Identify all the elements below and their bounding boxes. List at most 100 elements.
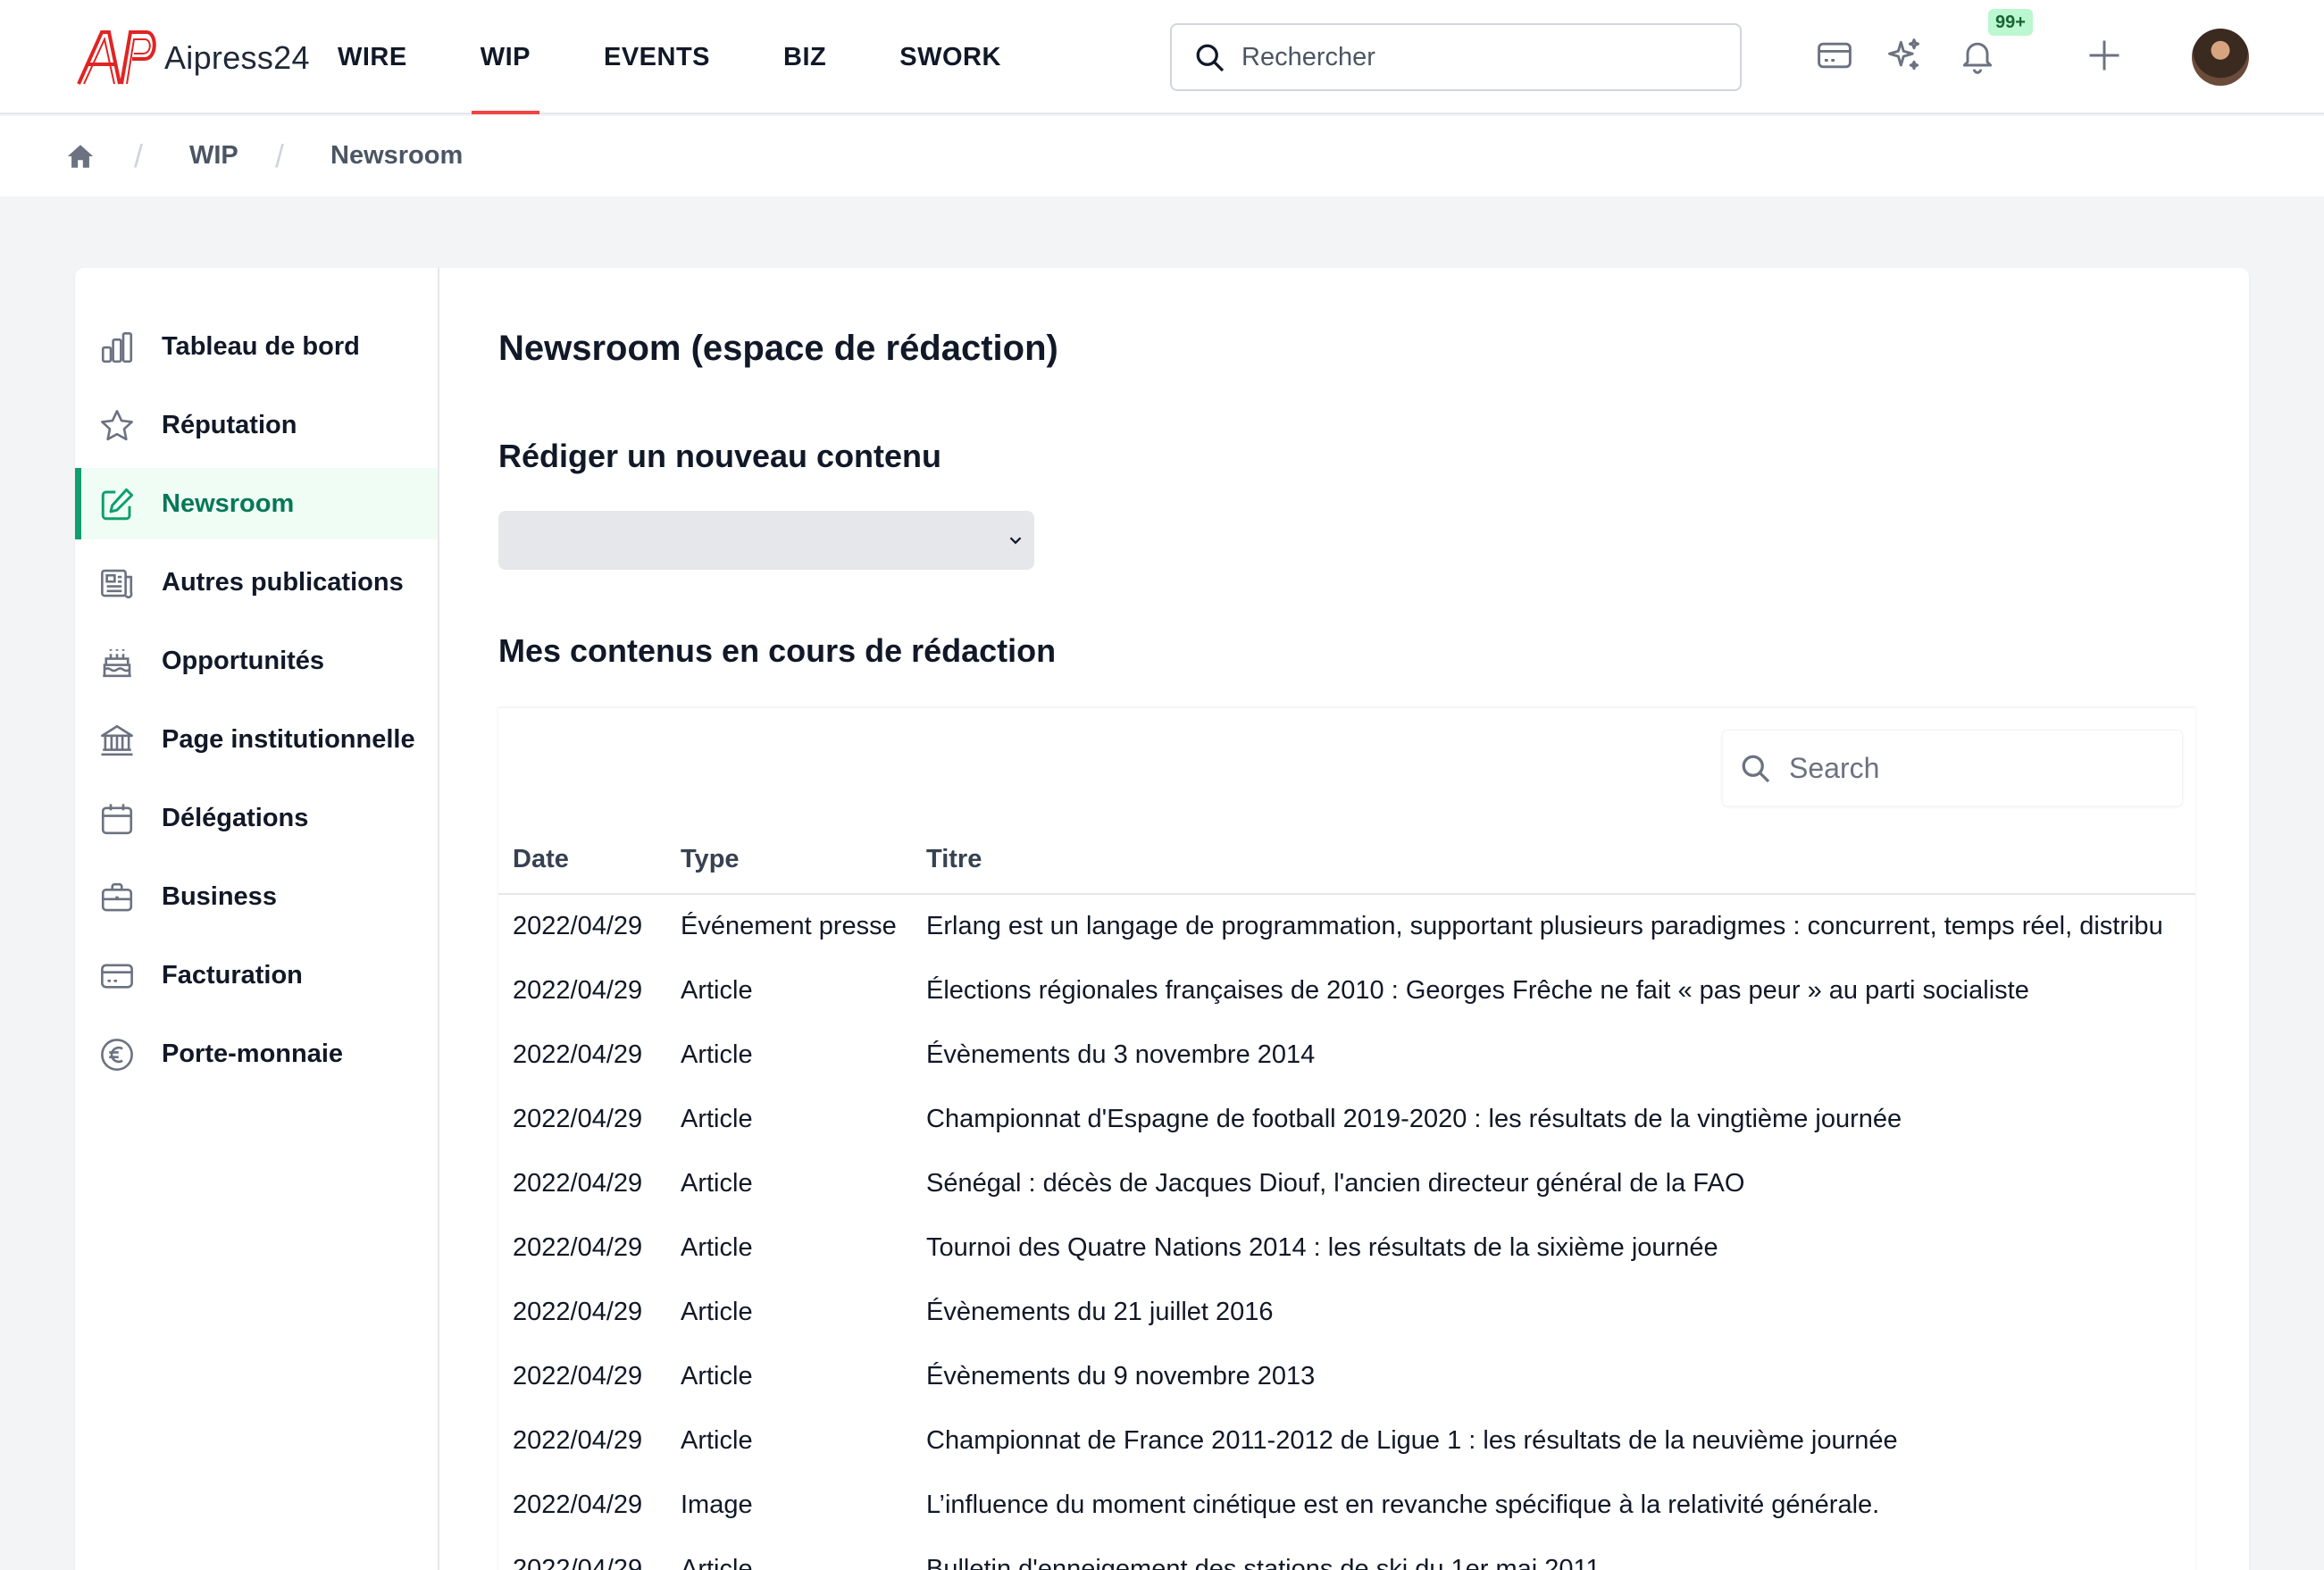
sidebar-item-label: Business [162, 881, 277, 911]
sidebar-item-page-institutionnelle[interactable]: Page institutionnelle [75, 704, 438, 775]
sidebar-item-opportunites[interactable]: Opportunités [75, 625, 438, 697]
sidebar-item-delegations[interactable]: Délégations [75, 782, 438, 854]
ap-logo-icon [77, 30, 156, 85]
cell-titre[interactable]: Tournoi des Quatre Nations 2014 : les ré… [912, 1215, 2195, 1280]
bell-icon[interactable] [1958, 36, 1997, 75]
cell-type: Article [681, 1425, 753, 1455]
top-header: Aipress24 WIRE WIP EVENTS BIZ SWORK 99+ [0, 0, 2324, 114]
sidebar-item-label: Porte-monnaie [162, 1039, 344, 1068]
cell-type: Article [681, 1361, 753, 1390]
table-search[interactable] [1722, 730, 2183, 806]
cell-type: Article [681, 1168, 753, 1198]
table-row[interactable]: 2022/04/29 Article Championnat d'Espagne… [498, 1087, 2195, 1151]
sidebar-item-label: Tableau de bord [162, 331, 360, 361]
cell-date: 2022/04/29 [513, 1040, 643, 1069]
card-icon[interactable] [1815, 36, 1854, 75]
nav-wip[interactable]: WIP [471, 0, 540, 114]
table-search-input[interactable] [1789, 751, 2146, 785]
column-header-type[interactable]: Type [666, 826, 912, 895]
table-row[interactable]: 2022/04/29 Article Sénégal : décès de Ja… [498, 1151, 2195, 1215]
cell-date: 2022/04/29 [513, 1297, 643, 1326]
sidebar-item-newsroom[interactable]: Newsroom [75, 468, 438, 539]
newspaper-icon [101, 569, 133, 599]
global-search-input[interactable] [1241, 42, 1706, 72]
cell-titre[interactable]: Évènements du 3 novembre 2014 [912, 1023, 2195, 1087]
notification-badge: 99+ [1988, 9, 2033, 36]
sidebar-item-label: Délégations [162, 803, 309, 832]
cell-titre[interactable]: L’influence du moment cinétique est en r… [912, 1473, 2195, 1537]
table-row[interactable]: 2022/04/29 Article Évènements du 3 novem… [498, 1023, 2195, 1087]
plus-icon[interactable] [2085, 36, 2124, 75]
in-progress-heading: Mes contenus en cours de rédaction [498, 632, 1057, 669]
content-table: Date Type Titre 2022/04/29 Événement pre… [498, 826, 2195, 1570]
sidebar-item-business[interactable]: Business [75, 861, 438, 932]
table-row[interactable]: 2022/04/29 Article Évènements du 21 juil… [498, 1280, 2195, 1344]
breadcrumb: / WIP / Newsroom [0, 116, 2324, 196]
main-card: Tableau de bord Réputation Newsroom Autr… [75, 268, 2249, 1570]
table-row[interactable]: 2022/04/29 Article Tournoi des Quatre Na… [498, 1215, 2195, 1280]
cell-titre[interactable]: Erlang est un langage de programmation, … [912, 894, 2195, 958]
table-row[interactable]: 2022/04/29 Article Bulletin d'enneigemen… [498, 1537, 2195, 1570]
cell-type: Article [681, 975, 753, 1005]
sidebar: Tableau de bord Réputation Newsroom Autr… [75, 268, 439, 1570]
breadcrumb-wip[interactable]: WIP [189, 141, 238, 171]
cell-titre[interactable]: Championnat d'Espagne de football 2019-2… [912, 1087, 2195, 1151]
cell-titre[interactable]: Sénégal : décès de Jacques Diouf, l'anci… [912, 1151, 2195, 1215]
sidebar-item-reputation[interactable]: Réputation [75, 389, 438, 461]
cell-type: Article [681, 1554, 753, 1570]
search-icon [1742, 755, 1770, 783]
chevron-down-icon [1009, 537, 1022, 545]
chart-bar-icon [101, 331, 133, 363]
table-row[interactable]: 2022/04/29 Article Élections régionales … [498, 958, 2195, 1023]
content-table-panel: Date Type Titre 2022/04/29 Événement pre… [498, 707, 2195, 1570]
euro-icon [101, 1039, 133, 1071]
sidebar-item-label: Facturation [162, 960, 303, 990]
table-row[interactable]: 2022/04/29 Événement presse Erlang est u… [498, 894, 2195, 958]
sidebar-item-tableau-de-bord[interactable]: Tableau de bord [75, 311, 438, 382]
calendar-icon [101, 804, 133, 835]
star-icon [101, 410, 133, 441]
content-type-select[interactable] [498, 511, 1034, 570]
cell-type: Événement presse [681, 912, 897, 940]
nav-wire[interactable]: WIRE [338, 0, 407, 114]
cell-date: 2022/04/29 [513, 1425, 643, 1455]
breadcrumb-newsroom[interactable]: Newsroom [330, 141, 463, 171]
credit-card-icon [101, 964, 133, 989]
home-icon[interactable] [64, 141, 96, 171]
sidebar-item-autres-publications[interactable]: Autres publications [75, 547, 438, 618]
cell-date: 2022/04/29 [513, 1168, 643, 1198]
main-nav: WIRE WIP EVENTS BIZ SWORK [338, 0, 1074, 114]
sidebar-item-label: Réputation [162, 410, 297, 439]
brand-name: Aipress24 [164, 39, 310, 76]
nav-events[interactable]: EVENTS [604, 0, 710, 114]
cell-titre[interactable]: Évènements du 9 novembre 2013 [912, 1344, 2195, 1408]
new-content-heading: Rédiger un nouveau contenu [498, 438, 942, 474]
brand-logo[interactable]: Aipress24 [75, 27, 310, 89]
cell-titre[interactable]: Évènements du 21 juillet 2016 [912, 1280, 2195, 1344]
sparkles-icon[interactable] [1885, 36, 1924, 75]
cell-date: 2022/04/29 [513, 1104, 643, 1133]
table-row[interactable]: 2022/04/29 Image L’influence du moment c… [498, 1473, 2195, 1537]
sidebar-item-facturation[interactable]: Facturation [75, 939, 438, 1011]
nav-biz[interactable]: BIZ [783, 0, 826, 114]
global-search[interactable] [1170, 23, 1742, 91]
pencil-square-icon [101, 488, 134, 521]
user-avatar[interactable] [2192, 29, 2249, 86]
sidebar-item-porte-monnaie[interactable]: Porte-monnaie [75, 1018, 438, 1090]
cell-date: 2022/04/29 [513, 1361, 643, 1390]
column-header-date[interactable]: Date [498, 826, 666, 895]
cell-type: Article [681, 1104, 753, 1133]
cell-date: 2022/04/29 [513, 1554, 643, 1570]
table-row[interactable]: 2022/04/29 Article Championnat de France… [498, 1408, 2195, 1473]
cell-date: 2022/04/29 [513, 912, 643, 940]
sidebar-item-label: Autres publications [162, 567, 404, 597]
cell-titre[interactable]: Bulletin d'enneigement des stations de s… [912, 1537, 2195, 1570]
column-header-titre[interactable]: Titre [912, 826, 2195, 895]
cell-titre[interactable]: Élections régionales françaises de 2010 … [912, 958, 2195, 1023]
nav-swork[interactable]: SWORK [899, 0, 1001, 114]
breadcrumb-separator: / [134, 138, 144, 174]
table-row[interactable]: 2022/04/29 Article Évènements du 9 novem… [498, 1344, 2195, 1408]
cell-date: 2022/04/29 [513, 975, 643, 1005]
cell-type: Image [681, 1490, 753, 1519]
cell-titre[interactable]: Championnat de France 2011-2012 de Ligue… [912, 1408, 2195, 1473]
